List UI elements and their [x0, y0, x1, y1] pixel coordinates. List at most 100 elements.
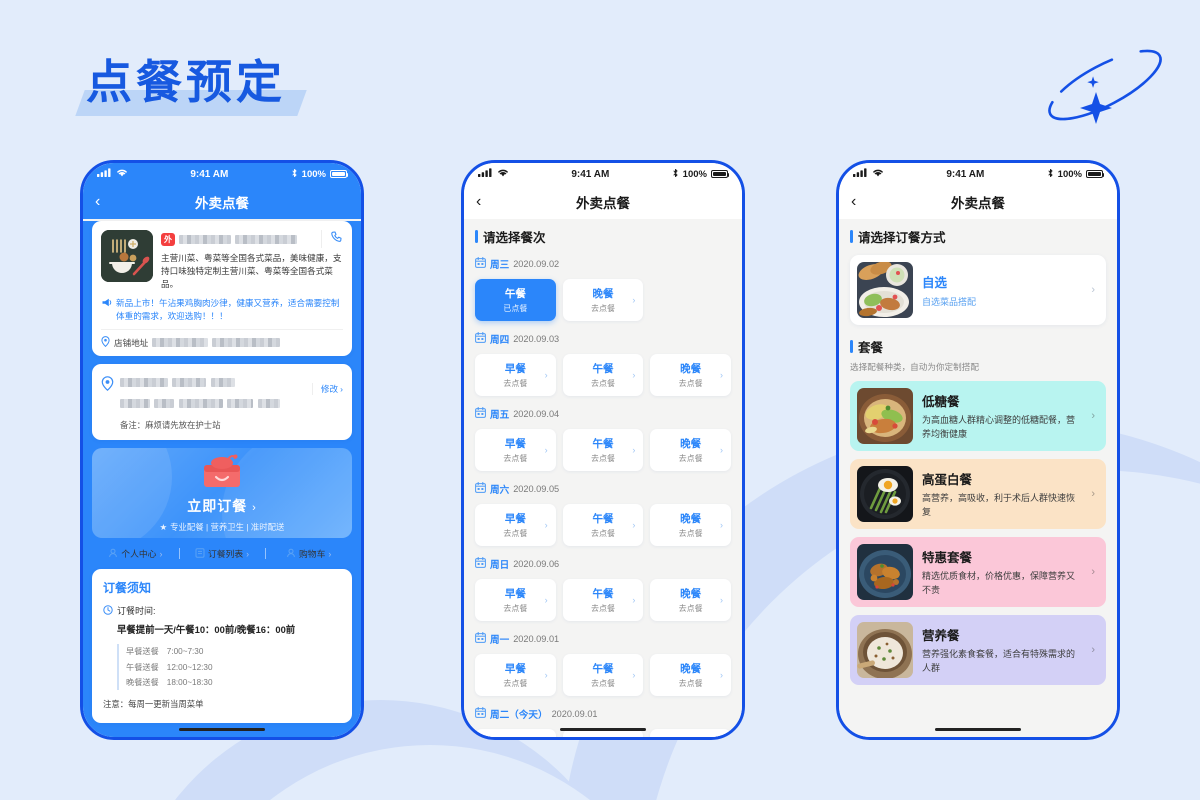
meal-name: 早餐: [504, 588, 526, 600]
meal-button[interactable]: 早餐去点餐›: [475, 429, 556, 471]
meal-button[interactable]: 午餐已点餐›: [475, 279, 556, 321]
delivery-time-label: 晚餐送餐: [126, 677, 159, 687]
section-accent-bar: [850, 230, 853, 243]
meal-button[interactable]: 晚餐去点餐›: [650, 579, 732, 621]
meal-name: 晚餐: [680, 588, 702, 600]
combo-card[interactable]: 低糖餐 为高血糖人群精心调整的低糖配餐，营养均衡健康 ›: [850, 381, 1106, 451]
shop-name-redacted: [179, 234, 231, 244]
order-time-row: 订餐时间:: [103, 604, 341, 617]
order-now-sub-label: 专业配餐 | 营养卫生 | 准时配送: [170, 522, 285, 533]
section-accent-bar: [850, 340, 853, 353]
phone1-scroll-area[interactable]: 外 主营川菜、粤菜等全国各式菜品，美味健康，支持口味独特定制主营川菜、粤菜等全国…: [83, 221, 361, 737]
meal-button[interactable]: 晚餐去点餐›: [650, 654, 732, 696]
combo-subtitle: 为高血糖人群精心调整的低糖配餐，营养均衡健康: [922, 415, 1076, 439]
meal-button[interactable]: 早餐去点餐›: [475, 354, 556, 396]
bluetooth-icon: [1047, 168, 1054, 181]
day-week: 周日: [490, 560, 510, 571]
day-row: 周六 2020.09.05 早餐 去点餐 › 午餐 去点餐 › 晚餐 去点餐 ›: [475, 480, 732, 546]
meal-button[interactable]: 晚餐去点餐›: [650, 729, 732, 737]
combo-thumbnail: [857, 466, 913, 522]
combo-subtitle: 营养强化素食套餐，适合有特殊需求的人群: [922, 649, 1076, 673]
phone3-scroll-area[interactable]: 请选择订餐方式 自选 自选菜品搭配 › 套餐 选择配餐种类，自动为你定制搭配 低…: [839, 219, 1117, 737]
meal-button[interactable]: 午餐去点餐 ›: [562, 654, 644, 696]
meal-button[interactable]: 晚餐去点餐›: [650, 354, 732, 396]
combo-card[interactable]: 高蛋白餐 高营养，高吸收，利于术后人群快速恢复 ›: [850, 459, 1106, 529]
wifi-icon: [116, 168, 128, 180]
meal-button[interactable]: 晚餐去点餐›: [650, 504, 732, 546]
meal-status: 去点餐: [503, 604, 528, 613]
self-pick-card[interactable]: 自选 自选菜品搭配 ›: [850, 255, 1106, 325]
quick-link-cart-label: 购物车: [299, 549, 326, 560]
combo-title: 低糖餐: [922, 395, 960, 410]
back-button[interactable]: ‹: [851, 194, 856, 210]
meal-button[interactable]: 早餐去点餐›: [475, 729, 556, 737]
combo-card[interactable]: 营养餐 营养强化素食套餐，适合有特殊需求的人群 ›: [850, 615, 1106, 685]
meal-button[interactable]: 午餐去点餐 ›: [562, 504, 644, 546]
page-title: 点餐预定: [86, 55, 286, 109]
meal-button[interactable]: 午餐去点餐 ›: [562, 579, 644, 621]
battery-icon: [710, 170, 730, 178]
day-date: 2020.09.01: [551, 709, 598, 719]
edit-address-label: 修改: [320, 384, 339, 395]
meal-status: 去点餐: [591, 379, 615, 388]
meal-status: 去点餐: [591, 529, 615, 538]
delivery-time-item: 晚餐送餐 18:00~18:30: [126, 675, 341, 690]
calendar-icon: [475, 255, 486, 273]
phone2-scroll-area[interactable]: 请选择餐次 周三2020.09.02午餐已点餐›晚餐去点餐›周四2020.09.…: [464, 219, 742, 737]
meal-name: 早餐: [505, 736, 526, 737]
status-time: 9:41 AM: [571, 168, 610, 180]
calendar-icon: [475, 630, 486, 648]
day-date: 2020.09.01: [513, 634, 560, 644]
meal-status: 已点餐: [503, 304, 528, 313]
shop-address-redacted: [152, 338, 209, 348]
quick-link-cart[interactable]: 购物车 ›: [265, 547, 352, 560]
delivery-time-value: 12:00~12:30: [166, 662, 213, 672]
delivery-time-item: 早餐送餐 7:00~7:30: [126, 644, 341, 659]
order-time-value: 早餐提前一天/午餐10：00前/晚餐16：00前: [117, 624, 296, 636]
back-button[interactable]: ‹: [476, 194, 481, 210]
instructions-title: 订餐须知: [103, 581, 152, 596]
clock-icon: [103, 605, 113, 617]
meal-button[interactable]: 早餐去点餐›: [475, 504, 556, 546]
delivery-time-value: 18:00~18:30: [166, 677, 213, 687]
quick-link-order-list[interactable]: 订餐列表 ›: [178, 547, 266, 560]
meal-status: 去点餐: [503, 529, 528, 538]
combo-title: 高蛋白餐: [922, 473, 973, 488]
delivery-address-card[interactable]: 备注：麻烦请先放在护士站 修改 ›: [92, 364, 352, 441]
meal-button-grid: 早餐去点餐 › 午餐去点餐 › 晚餐去点餐 ›: [475, 504, 732, 546]
shop-info-card[interactable]: 外 主营川菜、粤菜等全国各式菜品，美味健康，支持口味独特定制主营川菜、粤菜等全国…: [92, 221, 352, 357]
day-label: 周五 2020.09.04: [475, 405, 731, 423]
meal-button[interactable]: 早餐去点餐 ›: [475, 579, 556, 621]
meal-button[interactable]: 午餐去点餐 ›: [562, 354, 644, 396]
combo-subtitle: 精选优质食材，价格优惠，保障营养又不贵: [922, 571, 1076, 595]
day-row: 周一 2020.09.01 早餐 去点餐 › 午餐 去点餐 › 晚餐 去点餐 ›: [475, 630, 732, 696]
chevron-right-icon: ›: [632, 370, 636, 380]
meal-button[interactable]: 午餐去点餐 ›: [562, 429, 644, 471]
combo-card[interactable]: 特惠套餐 精选优质食材，价格优惠，保障营养又不贵 ›: [850, 537, 1106, 607]
navigation-bar: ‹ 外卖点餐: [839, 185, 1117, 219]
shop-address-row[interactable]: 店铺地址: [101, 329, 343, 356]
battery-icon: [329, 170, 349, 178]
quick-link-profile[interactable]: 个人中心 ›: [92, 547, 179, 560]
screen-content-2: 请选择餐次 周三2020.09.02午餐已点餐›晚餐去点餐›周四2020.09.…: [464, 219, 742, 737]
call-shop-icon[interactable]: [321, 230, 343, 248]
shop-promo-text: 新品上市！午沾果鸡胸肉沙律，健康又营养，适合需要控制体重的需求，欢迎选购！！！: [116, 297, 340, 321]
day-date: 2020.09.03: [513, 334, 560, 344]
megaphone-icon: [101, 297, 112, 323]
meal-button[interactable]: 晚餐去点餐›: [650, 429, 732, 471]
meal-status: 去点餐: [591, 454, 615, 463]
chevron-right-icon: ›: [544, 595, 548, 605]
meal-name: 早餐: [504, 363, 526, 375]
order-now-banner[interactable]: 立即订餐 › ★ 专业配餐 | 营养卫生 | 准时配送: [92, 448, 352, 539]
edit-address-button[interactable]: 修改 ›: [311, 383, 343, 396]
signal-icon: [853, 168, 868, 180]
orbit-sparkle-decoration: [1030, 30, 1180, 145]
meal-button[interactable]: 早餐去点餐›: [475, 654, 556, 696]
meal-name: 早餐: [504, 513, 526, 525]
back-button[interactable]: ‹: [95, 194, 100, 210]
self-pick-title: 自选: [922, 276, 948, 290]
user-icon: [108, 548, 118, 560]
meal-name: 午餐: [592, 663, 614, 675]
meal-button[interactable]: 晚餐去点餐›: [562, 279, 644, 321]
home-indicator: [935, 727, 1021, 731]
